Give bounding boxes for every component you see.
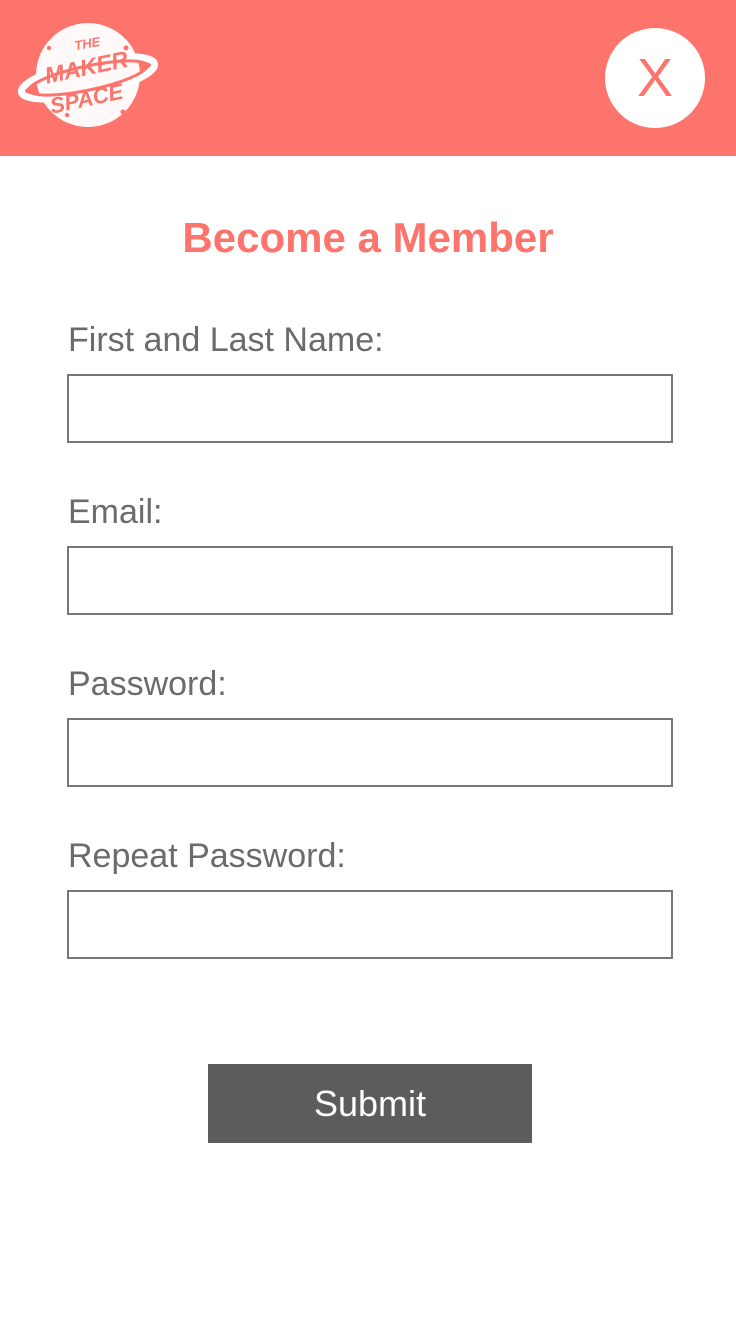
password-field-label: Password: — [68, 665, 227, 703]
email-field-label: Email: — [68, 493, 163, 531]
signup-page: THE MAKER SPACE X Become a Member First … — [0, 0, 736, 1318]
repeat-password-input[interactable] — [67, 890, 673, 959]
header-bar: THE MAKER SPACE X — [0, 0, 736, 156]
repeat-password-field-label: Repeat Password: — [68, 837, 346, 875]
maker-space-logo: THE MAKER SPACE — [17, 20, 159, 130]
page-title: Become a Member — [182, 214, 554, 261]
password-input[interactable] — [67, 718, 673, 787]
close-button[interactable]: X — [605, 28, 705, 128]
submit-button[interactable]: Submit — [208, 1064, 532, 1143]
name-input[interactable] — [67, 374, 673, 443]
close-icon: X — [636, 48, 674, 108]
email-input[interactable] — [67, 546, 673, 615]
name-field-label: First and Last Name: — [68, 321, 384, 359]
